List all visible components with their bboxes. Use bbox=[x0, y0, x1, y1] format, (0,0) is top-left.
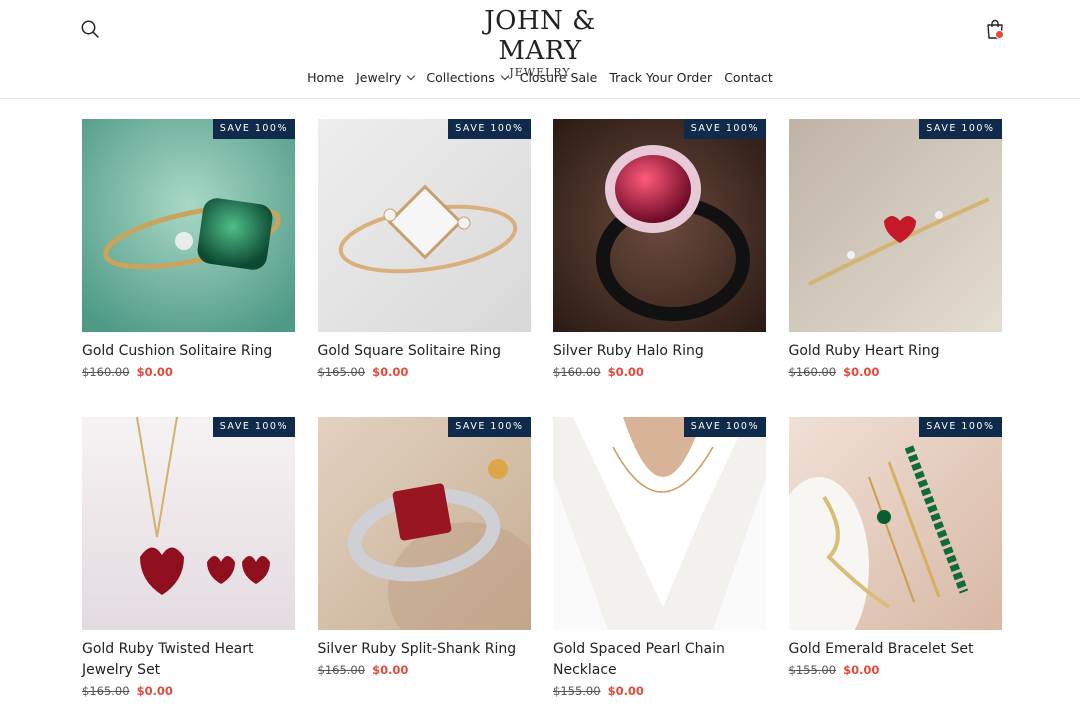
product-image[interactable]: SAVE 100% bbox=[82, 119, 295, 332]
original-price: $160.00 bbox=[788, 365, 837, 379]
nav-item-track-order[interactable]: Track Your Order bbox=[609, 66, 712, 88]
product-card[interactable]: SAVE 100% Gold Cushion Solitaire Ring $1… bbox=[82, 119, 295, 417]
product-card[interactable]: SAVE 100% Gold Ruby Heart Ring $160.00 $0… bbox=[788, 119, 1002, 417]
product-card[interactable]: SAVE 100% Gold Emerald Bracelet Set $155… bbox=[788, 417, 1002, 717]
discount-badge: SAVE 100% bbox=[919, 417, 1002, 437]
nav-item-jewelry[interactable]: Jewelry bbox=[356, 66, 416, 88]
nav-item-collections[interactable]: Collections bbox=[426, 66, 509, 88]
original-price: $165.00 bbox=[82, 684, 130, 698]
chevron-down-icon bbox=[407, 71, 416, 80]
product-image[interactable]: SAVE 100% bbox=[82, 417, 295, 630]
nav-item-contact[interactable]: Contact bbox=[724, 66, 773, 88]
product-title[interactable]: Gold Emerald Bracelet Set bbox=[789, 639, 1002, 660]
discount-badge: SAVE 100% bbox=[212, 417, 295, 437]
original-price: $160.00 bbox=[553, 365, 601, 379]
product-title[interactable]: Silver Ruby Split-Shank Ring bbox=[318, 639, 531, 660]
price-row: $165.00 $0.00 bbox=[318, 662, 531, 678]
search-button[interactable] bbox=[80, 19, 100, 39]
original-price: $155.00 bbox=[788, 663, 837, 677]
product-image[interactable]: SAVE 100% bbox=[317, 417, 531, 630]
product-image[interactable]: SAVE 100% bbox=[788, 119, 1002, 332]
discount-badge: SAVE 100% bbox=[683, 119, 766, 139]
price-row: $155.00 $0.00 bbox=[789, 662, 1002, 678]
chevron-down-icon bbox=[500, 71, 509, 80]
sale-price: $0.00 bbox=[607, 365, 644, 379]
price-row: $160.00 $0.00 bbox=[82, 364, 295, 380]
main-nav: Home Jewelry Collections Closure Sale Tr… bbox=[0, 66, 1080, 88]
product-title[interactable]: Gold Spaced Pearl Chain Necklace bbox=[553, 639, 766, 681]
discount-badge: SAVE 100% bbox=[448, 119, 531, 139]
discount-badge: SAVE 100% bbox=[683, 417, 766, 437]
price-row: $160.00 $0.00 bbox=[553, 364, 766, 380]
brand-name: JOHN & MARY bbox=[484, 6, 596, 66]
product-card[interactable]: SAVE 100% Gold Spaced Pearl Chain Neckla… bbox=[553, 417, 766, 717]
discount-badge: SAVE 100% bbox=[448, 417, 531, 437]
original-price: $155.00 bbox=[553, 684, 601, 698]
nav-label: Home bbox=[307, 69, 345, 85]
product-card[interactable]: SAVE 100% Gold Ruby Twisted Heart Jewelr… bbox=[82, 417, 295, 717]
nav-label: Contact bbox=[724, 69, 773, 85]
nav-label: Closure Sale bbox=[519, 69, 598, 85]
nav-label: Collections bbox=[426, 69, 495, 85]
discount-badge: SAVE 100% bbox=[919, 119, 1002, 139]
product-image[interactable]: SAVE 100% bbox=[553, 119, 766, 332]
product-title[interactable]: Gold Square Solitaire Ring bbox=[318, 341, 531, 362]
product-grid: SAVE 100% Gold Cushion Solitaire Ring $1… bbox=[82, 119, 1002, 717]
price-row: $165.00 $0.00 bbox=[318, 364, 531, 380]
price-row: $160.00 $0.00 bbox=[789, 364, 1002, 380]
sale-price: $0.00 bbox=[843, 663, 880, 677]
nav-label: Jewelry bbox=[356, 69, 402, 85]
discount-badge: SAVE 100% bbox=[212, 119, 295, 139]
sale-price: $0.00 bbox=[136, 365, 173, 379]
original-price: $165.00 bbox=[317, 365, 366, 379]
original-price: $165.00 bbox=[317, 663, 366, 677]
original-price: $160.00 bbox=[82, 365, 130, 379]
site-header: JOHN & MARY JEWELRY Home Jewelry Collect… bbox=[0, 0, 1080, 99]
sale-price: $0.00 bbox=[607, 684, 644, 698]
price-row: $165.00 $0.00 bbox=[82, 683, 295, 699]
nav-item-closure-sale[interactable]: Closure Sale bbox=[520, 66, 598, 88]
product-title[interactable]: Silver Ruby Halo Ring bbox=[553, 341, 766, 362]
price-row: $155.00 $0.00 bbox=[553, 683, 766, 699]
product-image[interactable]: SAVE 100% bbox=[788, 417, 1002, 630]
search-icon bbox=[81, 20, 99, 38]
product-image[interactable]: SAVE 100% bbox=[553, 417, 766, 630]
nav-label: Track Your Order bbox=[609, 69, 713, 85]
product-card[interactable]: SAVE 100% Gold Square Solitaire Ring $16… bbox=[317, 119, 531, 417]
product-card[interactable]: SAVE 100% Silver Ruby Split-Shank Ring $… bbox=[317, 417, 531, 717]
sale-price: $0.00 bbox=[372, 365, 409, 379]
nav-item-home[interactable]: Home bbox=[307, 66, 344, 88]
sale-price: $0.00 bbox=[843, 365, 880, 379]
sale-price: $0.00 bbox=[136, 684, 173, 698]
product-image[interactable]: SAVE 100% bbox=[317, 119, 531, 332]
product-title[interactable]: Gold Ruby Twisted Heart Jewelry Set bbox=[82, 639, 295, 681]
product-card[interactable]: SAVE 100% Silver Ruby Halo Ring $160.00 $… bbox=[553, 119, 766, 417]
product-title[interactable]: Gold Ruby Heart Ring bbox=[789, 341, 1002, 362]
product-title[interactable]: Gold Cushion Solitaire Ring bbox=[82, 341, 295, 362]
cart-count-indicator bbox=[995, 30, 1004, 39]
sale-price: $0.00 bbox=[372, 663, 409, 677]
